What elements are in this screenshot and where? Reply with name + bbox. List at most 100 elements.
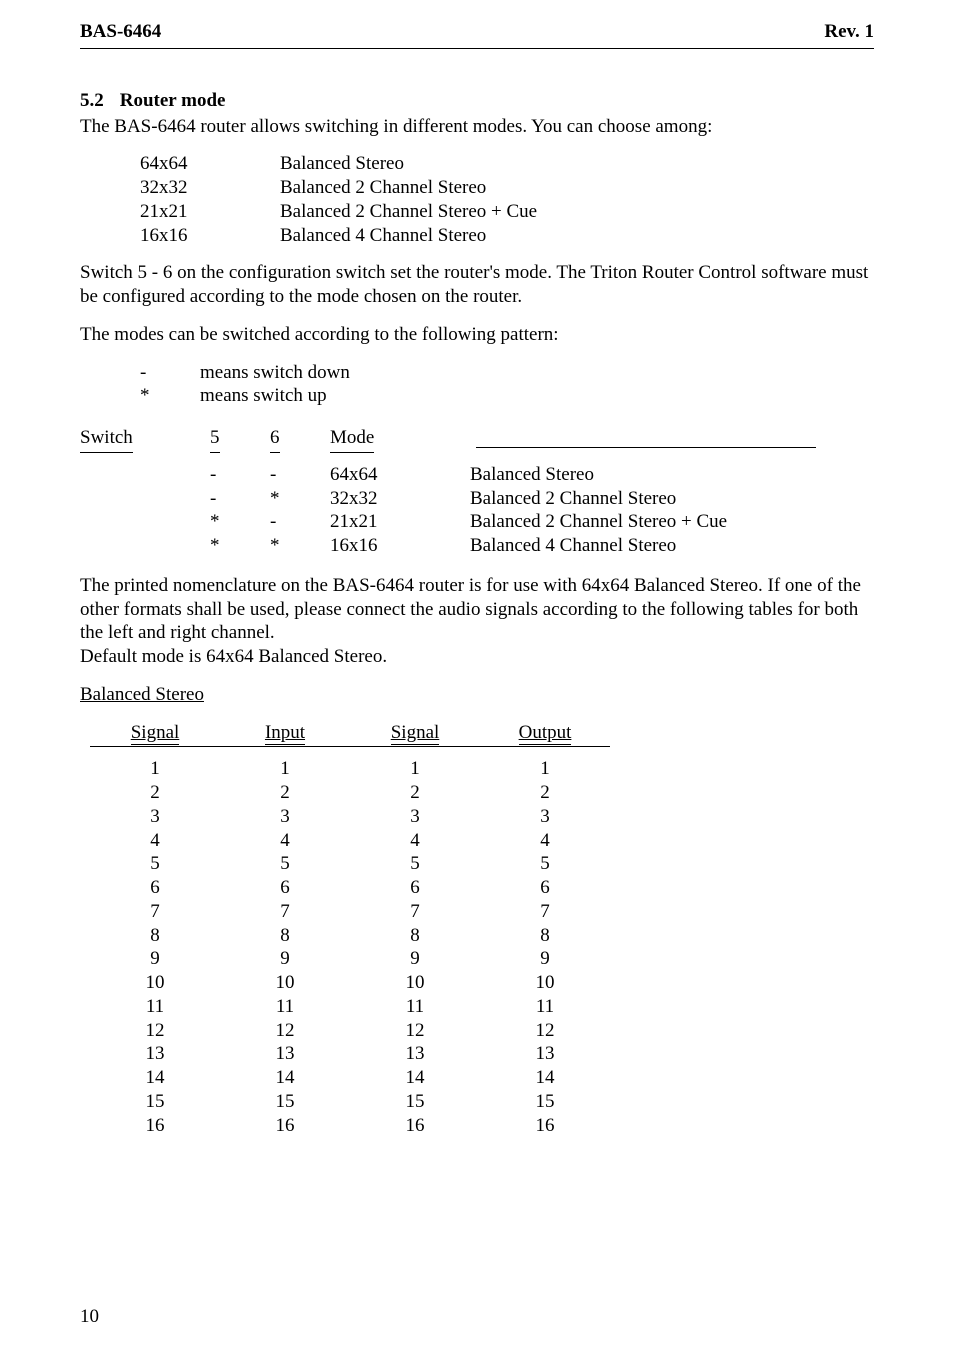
legend-row: *means switch up — [140, 384, 874, 408]
table-row: 7777 — [90, 900, 874, 924]
mode-desc: Balanced 2 Channel Stereo — [280, 176, 486, 200]
mode-code: 64x64 — [140, 152, 280, 176]
switch-cell: * — [210, 534, 270, 558]
balanced-stereo-heading: Balanced Stereo — [80, 684, 204, 705]
legend-list: -means switch down*means switch up — [140, 361, 874, 409]
table-row: 3333 — [90, 805, 874, 829]
table-cell: 5 — [350, 852, 480, 876]
table-cell: 15 — [480, 1090, 610, 1114]
section-title-text: Router mode — [120, 89, 226, 113]
col-input: Input — [265, 722, 305, 745]
table-cell: 2 — [220, 781, 350, 805]
switch-row: -*32x32Balanced 2 Channel Stereo — [80, 487, 874, 511]
table-cell: 7 — [220, 900, 350, 924]
table-cell: 8 — [220, 924, 350, 948]
table-cell: 13 — [350, 1042, 480, 1066]
table-cell: 6 — [90, 876, 220, 900]
legend-row: -means switch down — [140, 361, 874, 385]
table-cell: 2 — [350, 781, 480, 805]
table-cell: 6 — [350, 876, 480, 900]
switch-col-5: 5 — [210, 426, 220, 453]
table-cell: 12 — [90, 1019, 220, 1043]
table-cell: 14 — [90, 1066, 220, 1090]
switch-mode: 64x64 — [330, 463, 470, 487]
table-row: 4444 — [90, 829, 874, 853]
table-cell: 9 — [220, 947, 350, 971]
mode-code: 21x21 — [140, 200, 280, 224]
table-cell: 11 — [480, 995, 610, 1019]
table-cell: 11 — [220, 995, 350, 1019]
switch-desc: Balanced 2 Channel Stereo — [470, 487, 874, 511]
switch-mode: 21x21 — [330, 510, 470, 534]
page-header: BAS-6464 Rev. 1 — [80, 20, 874, 48]
intro-paragraph: The BAS-6464 router allows switching in … — [80, 115, 874, 139]
table-cell: 10 — [350, 971, 480, 995]
switch-label: Switch — [80, 426, 133, 453]
table-cell: 12 — [220, 1019, 350, 1043]
table-cell: 2 — [480, 781, 610, 805]
table-cell: 7 — [350, 900, 480, 924]
table-cell: 14 — [220, 1066, 350, 1090]
col-output: Output — [519, 722, 572, 745]
table-cell: 16 — [220, 1114, 350, 1138]
switch-cell: - — [270, 463, 330, 487]
switch-cell: * — [270, 534, 330, 558]
table-cell: 1 — [220, 757, 350, 781]
mode-desc: Balanced 2 Channel Stereo + Cue — [280, 200, 537, 224]
table-cell: 8 — [90, 924, 220, 948]
table-cell: 1 — [90, 757, 220, 781]
page-number: 10 — [80, 1305, 99, 1329]
mode-list-row: 32x32Balanced 2 Channel Stereo — [140, 176, 874, 200]
table-cell: 15 — [90, 1090, 220, 1114]
table-cell: 1 — [480, 757, 610, 781]
table-cell: 14 — [480, 1066, 610, 1090]
table-cell: 4 — [220, 829, 350, 853]
table-cell: 3 — [220, 805, 350, 829]
table-cell: 10 — [220, 971, 350, 995]
table-cell: 12 — [480, 1019, 610, 1043]
switch-col-mode: Mode — [330, 426, 374, 453]
col-signal-1: Signal — [131, 722, 180, 745]
table-cell: 15 — [350, 1090, 480, 1114]
legend-desc: means switch down — [200, 361, 350, 385]
table-cell: 3 — [350, 805, 480, 829]
switch-desc: Balanced Stereo — [470, 463, 874, 487]
legend-symbol: * — [140, 384, 200, 408]
table-row: 9999 — [90, 947, 874, 971]
table-cell: 9 — [350, 947, 480, 971]
switch-desc: Balanced 2 Channel Stereo + Cue — [470, 510, 874, 534]
mode-list-row: 16x16Balanced 4 Channel Stereo — [140, 224, 874, 248]
table-cell: 11 — [350, 995, 480, 1019]
switch-cell: - — [270, 510, 330, 534]
mode-list-row: 21x21Balanced 2 Channel Stereo + Cue — [140, 200, 874, 224]
switch-mode: 32x32 — [330, 487, 470, 511]
table-row: 13131313 — [90, 1042, 874, 1066]
section-heading: 5.2 Router mode — [80, 89, 874, 113]
table-cell: 4 — [350, 829, 480, 853]
col-signal-2: Signal — [391, 722, 440, 745]
mode-desc: Balanced 4 Channel Stereo — [280, 224, 486, 248]
default-mode-paragraph: Default mode is 64x64 Balanced Stereo. — [80, 645, 874, 669]
header-left: BAS-6464 — [80, 20, 161, 44]
switch-col-6: 6 — [270, 426, 280, 453]
table-cell: 4 — [480, 829, 610, 853]
table-row: 8888 — [90, 924, 874, 948]
switch-cell: * — [210, 510, 270, 534]
switch-row: **16x16Balanced 4 Channel Stereo — [80, 534, 874, 558]
switch-table: Switch 5 6 Mode - -64x64Balanced Stereo-*… — [80, 426, 874, 558]
table-cell: 5 — [480, 852, 610, 876]
table-cell: 6 — [480, 876, 610, 900]
table-cell: 2 — [90, 781, 220, 805]
table-cell: 7 — [480, 900, 610, 924]
table-cell: 12 — [350, 1019, 480, 1043]
switch-cell: * — [270, 487, 330, 511]
table-row: 6666 — [90, 876, 874, 900]
mode-list: 64x64Balanced Stereo32x32Balanced 2 Chan… — [140, 152, 874, 247]
table-cell: 13 — [220, 1042, 350, 1066]
pattern-paragraph: The modes can be switched according to t… — [80, 323, 874, 347]
table-row: 11111111 — [90, 995, 874, 1019]
table-cell: 5 — [220, 852, 350, 876]
table-row: 2222 — [90, 781, 874, 805]
table-cell: 5 — [90, 852, 220, 876]
mode-code: 16x16 — [140, 224, 280, 248]
